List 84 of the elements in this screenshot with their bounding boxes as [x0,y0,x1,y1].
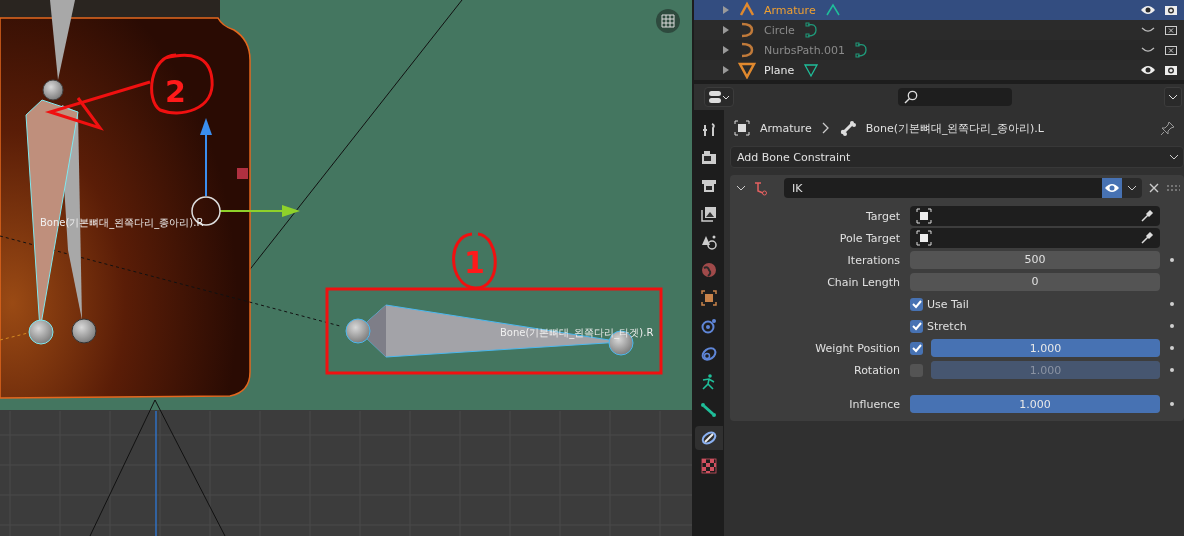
checkmark-icon [910,320,923,332]
keyframe-dot[interactable] [1170,258,1174,262]
close-icon[interactable] [1148,182,1160,194]
options-dropdown[interactable] [1164,87,1182,107]
checkbox[interactable] [910,319,923,333]
object-name: Armature [764,3,816,17]
field-label: Chain Length [826,275,901,289]
chevron-down-icon [1168,94,1178,100]
grid-view-button[interactable] [656,9,680,33]
keyframe-dot[interactable] [1170,368,1174,372]
checkbox[interactable] [910,297,923,311]
tab-icon [700,177,718,195]
ik-constraint-icon [752,180,768,196]
keyframe-dot[interactable] [1170,402,1174,406]
object-field[interactable] [910,206,1160,226]
search-field[interactable] [898,88,1012,106]
bone-joint [42,79,64,101]
checkbox-label: Stretch [927,319,967,333]
pin-icon[interactable] [1160,120,1176,136]
field-label: Influence [848,397,901,411]
field-label: Weight Position [814,341,901,355]
checkmark-icon [910,298,923,310]
bone-joint [71,318,97,344]
keyframe-dot[interactable] [1170,302,1174,306]
object-icon [916,208,932,224]
eye-icon[interactable] [1140,4,1156,16]
slider-field[interactable]: 1.000 [931,339,1160,357]
expand-arrow-icon [722,26,730,34]
eye-icon [1104,182,1120,194]
tab-icon [700,205,718,223]
eyedropper-icon[interactable] [1140,231,1154,245]
editor-type-button[interactable] [704,87,734,107]
tab-icon [700,429,718,447]
search-icon [904,90,918,104]
object-field[interactable] [910,228,1160,248]
object-name: NurbsPath.001 [764,43,846,57]
expand-arrow-icon [722,66,730,74]
camera-icon[interactable] [1164,64,1178,76]
object-icon [734,120,750,136]
outliner-row[interactable]: Armature [694,0,1184,20]
tab-icon [700,345,718,363]
light-marker [237,168,248,179]
object-data-icon [802,61,821,79]
chevron-down-icon [1169,154,1179,160]
visibility-toggle[interactable] [1102,178,1122,198]
keyframe-dot[interactable] [1170,346,1174,350]
tab-icon [700,233,718,251]
object-name: Circle [764,23,795,37]
tab-icon [700,457,718,475]
add-constraint-dropdown[interactable]: Add Bone Constraint [730,146,1184,168]
properties-tab[interactable] [695,426,723,450]
object-type-icon [738,61,756,79]
tab-icon [700,261,718,279]
object-icon [916,230,932,246]
field-label: Iterations [846,253,901,267]
camera-icon[interactable] [1164,4,1178,16]
eyedropper-icon[interactable] [1140,209,1154,223]
checkbox-label: Use Tail [927,297,969,311]
slider-field[interactable]: 1.000 [931,361,1160,379]
tab-icon [700,401,718,419]
keyframe-dot[interactable] [1170,324,1174,328]
eye-icon[interactable] [1140,64,1156,76]
tab-icon [700,317,718,335]
number-field[interactable]: 0 [910,273,1160,291]
expand-arrow-icon [722,6,730,14]
drag-handle-icon[interactable] [1166,184,1180,192]
checkmark-icon [910,342,923,354]
field-label: Rotation [853,363,901,377]
constraint-name-field[interactable]: IK [784,178,1102,198]
chevron-down-icon [1127,185,1137,191]
field-label: Pole Target [838,231,901,245]
tab-icon [700,149,718,167]
checkbox[interactable] [910,341,923,355]
expand-arrow-icon [722,46,730,54]
breadcrumb-item: Bone(기본뼈대_왼쪽다리_종아리).L [865,120,1044,136]
tab-icon [700,289,718,307]
field-label: Target [864,209,901,223]
breadcrumb-item: Armature [760,121,812,135]
slider-field[interactable]: 1.000 [910,395,1160,413]
bone-icon [839,120,856,136]
chevron-right-icon [821,122,830,134]
tab-icon [700,121,718,139]
number-field[interactable]: 500 [910,251,1160,269]
object-name: Plane [764,63,795,77]
